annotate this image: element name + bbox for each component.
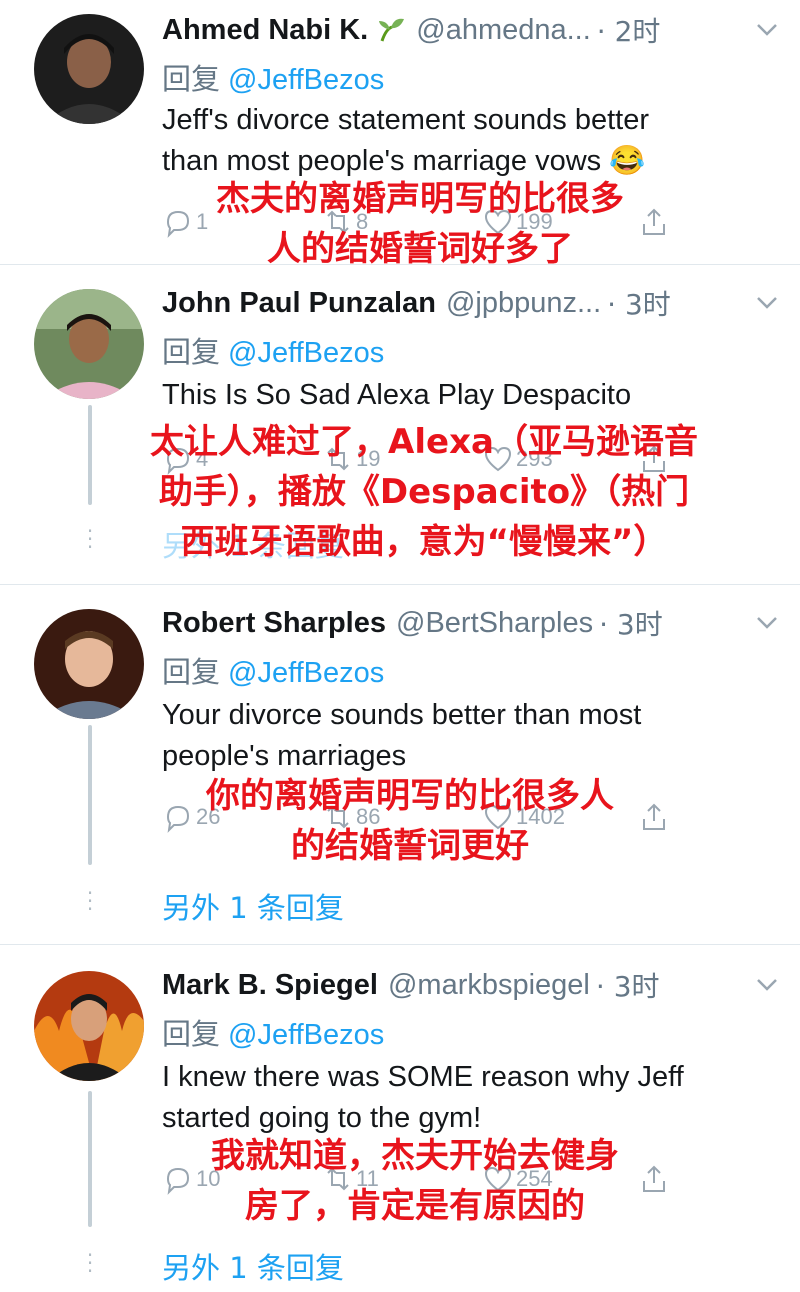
reply-context: 回复 @JeffBezos — [162, 329, 384, 371]
avatar[interactable] — [34, 971, 144, 1081]
author-handle[interactable]: @jpbpunz... — [446, 287, 601, 320]
chevron-down-icon[interactable] — [752, 969, 782, 999]
tweet-text-line: I knew there was SOME reason why Jeff — [162, 1061, 684, 1093]
overlay-line: 杰夫的离婚声明写的比很多 — [216, 179, 624, 219]
author-name[interactable]: Ahmed Nabi K. — [162, 14, 368, 47]
translation-overlay: 杰夫的离婚声明写的比很多 人的结婚誓词好多了 — [180, 174, 660, 274]
tweet-ahmed[interactable]: Ahmed Nabi K. @ahmedna... · 2时 回复 @JeffBe… — [0, 0, 800, 269]
timestamp[interactable]: · 2时 — [597, 10, 661, 50]
tweet-text-line: This Is So Sad Alexa Play Despacito — [162, 379, 632, 411]
reply-label: 回复 — [162, 655, 221, 689]
author-handle[interactable]: @ahmedna... — [416, 14, 591, 47]
more-replies-link[interactable]: 另外 1 条回复 — [162, 1245, 344, 1287]
reply-to-link[interactable]: @JeffBezos — [228, 64, 384, 96]
reply-context: 回复 @JeffBezos — [162, 56, 384, 98]
tweet-header: John Paul Punzalan @jpbpunz... · 3时 — [162, 283, 782, 323]
tweet-robert[interactable]: Robert Sharples @BertSharples · 3时 回复 @Je… — [0, 585, 800, 945]
overlay-line: 西班牙语歌曲，意为“慢慢来”） — [180, 522, 668, 562]
avatar[interactable] — [34, 609, 144, 719]
tweet-text-line: Jeff's divorce statement sounds better — [162, 104, 649, 136]
tweet-header: Mark B. Spiegel @markbspiegel · 3时 — [162, 965, 782, 1005]
author-name[interactable]: John Paul Punzalan — [162, 287, 436, 320]
tweet-header: Robert Sharples @BertSharples · 3时 — [162, 603, 782, 643]
author-handle[interactable]: @BertSharples — [396, 607, 593, 640]
reply-context: 回复 @JeffBezos — [162, 649, 384, 691]
chevron-down-icon[interactable] — [752, 607, 782, 637]
translation-overlay: 你的离婚声明写的比很多人 的结婚誓词更好 — [170, 771, 650, 871]
thread-line — [88, 1091, 92, 1227]
thread-line — [88, 405, 92, 505]
author-name[interactable]: Mark B. Spiegel — [162, 969, 378, 1002]
overlay-line: 你的离婚声明写的比很多人 — [206, 776, 614, 816]
tweet-header: Ahmed Nabi K. @ahmedna... · 2时 — [162, 10, 782, 50]
reply-label: 回复 — [162, 62, 221, 96]
more-dots-icon: · · · — [86, 1243, 94, 1283]
tweet-text: Your divorce sounds better than most peo… — [162, 695, 762, 777]
author-name[interactable]: Robert Sharples — [162, 607, 386, 640]
reply-to-link[interactable]: @JeffBezos — [228, 337, 384, 369]
tweet-text: I knew there was SOME reason why Jeff st… — [162, 1057, 762, 1139]
more-dots-icon: · · · — [86, 519, 94, 559]
tweet-text: Jeff's divorce statement sounds better t… — [162, 100, 762, 182]
reply-to-link[interactable]: @JeffBezos — [228, 1019, 384, 1051]
tweet-john[interactable]: John Paul Punzalan @jpbpunz... · 3时 回复 @J… — [0, 265, 800, 585]
chevron-down-icon[interactable] — [752, 287, 782, 317]
author-handle[interactable]: @markbspiegel — [388, 969, 590, 1002]
avatar[interactable] — [34, 289, 144, 399]
reply-context: 回复 @JeffBezos — [162, 1011, 384, 1053]
translation-overlay: 太让人难过了，Alexa（亚马逊语音 助手），播放《Despacito》（热门 … — [144, 417, 704, 567]
tweet-mark[interactable]: Mark B. Spiegel @markbspiegel · 3时 回复 @Je… — [0, 945, 800, 1292]
more-dots-icon: · · · — [86, 881, 94, 921]
overlay-line: 助手），播放《Despacito》（热门 — [158, 472, 690, 512]
overlay-line: 太让人难过了，Alexa（亚马逊语音 — [150, 422, 698, 462]
thread-line — [88, 725, 92, 865]
timestamp[interactable]: · 3时 — [607, 283, 671, 323]
timestamp[interactable]: · 3时 — [596, 965, 660, 1005]
sprout-emoji-icon — [376, 15, 406, 45]
tweet-text: This Is So Sad Alexa Play Despacito — [162, 375, 762, 416]
chevron-down-icon[interactable] — [752, 14, 782, 44]
overlay-line: 房了，肯定是有原因的 — [245, 1186, 585, 1226]
more-replies-link[interactable]: 另外 1 条回复 — [162, 885, 344, 927]
reply-label: 回复 — [162, 335, 221, 369]
reply-label: 回复 — [162, 1017, 221, 1051]
reply-to-link[interactable]: @JeffBezos — [228, 657, 384, 689]
avatar[interactable] — [34, 14, 144, 124]
overlay-line: 我就知道，杰夫开始去健身 — [211, 1136, 619, 1176]
tweet-text-line: Your divorce sounds better than most — [162, 699, 642, 731]
timestamp[interactable]: · 3时 — [599, 603, 663, 643]
overlay-line: 的结婚誓词更好 — [291, 826, 529, 866]
translation-overlay: 我就知道，杰夫开始去健身 房了，肯定是有原因的 — [180, 1131, 650, 1231]
